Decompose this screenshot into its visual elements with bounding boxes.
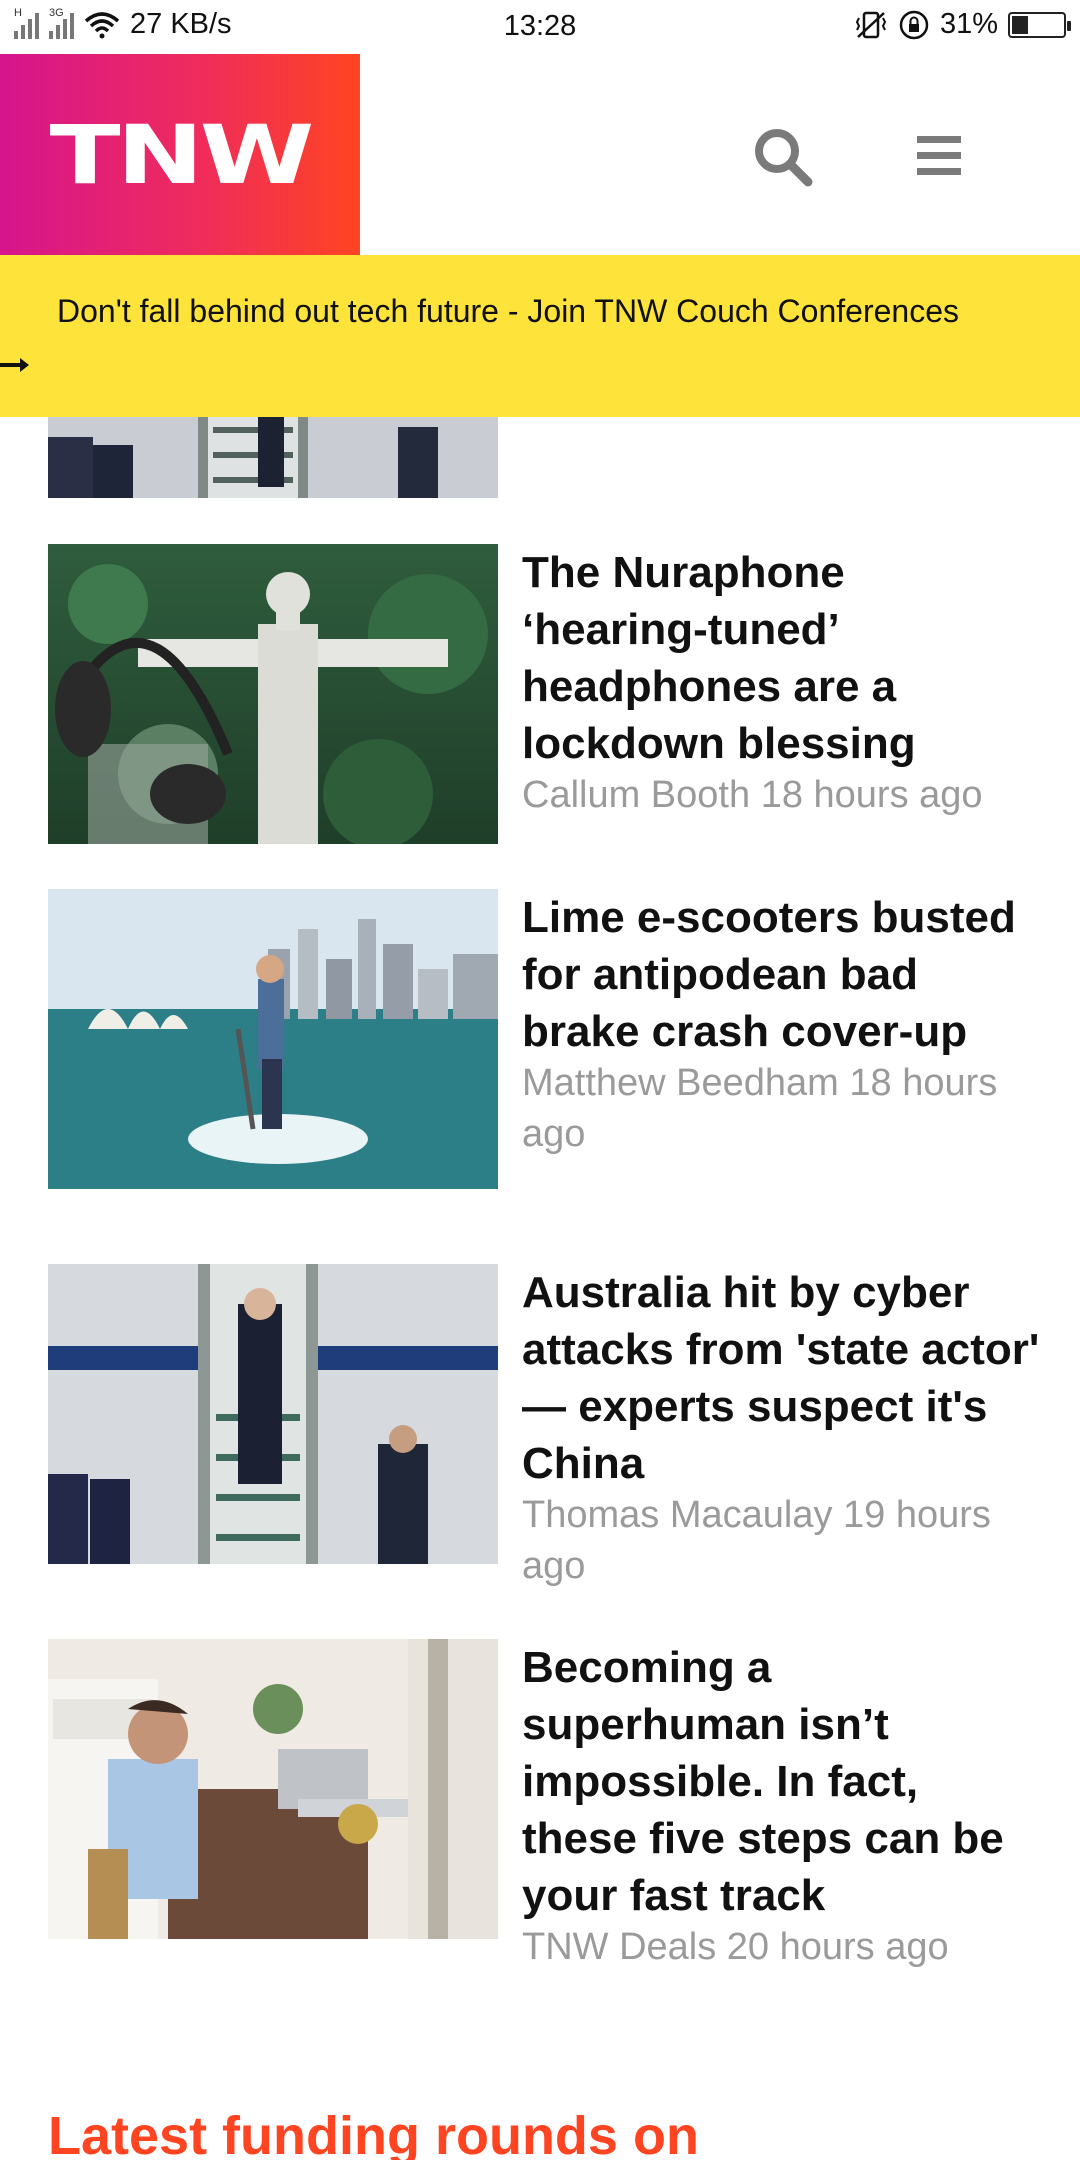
article-author[interactable]: TNW Deals <box>522 1926 716 1968</box>
article-meta: Matthew Beedham 18 hours ago <box>522 1058 1042 1160</box>
article-text: Becoming a superhuman isn’t impossible. … <box>522 1639 1042 1973</box>
promo-banner[interactable]: Don't fall behind out tech future - Join… <box>0 255 1080 417</box>
article-text: Australia hit by cyber attacks from 'sta… <box>522 1264 1042 1592</box>
rotation-lock-icon <box>899 10 929 39</box>
battery-fill <box>1012 15 1028 34</box>
menu-button[interactable] <box>905 126 975 186</box>
article-title[interactable]: Lime e-scooters busted for antipodean ba… <box>522 889 1042 1060</box>
article-card[interactable]: Becoming a superhuman isn’t impossible. … <box>48 1639 1038 1979</box>
logo-text: TNW <box>49 106 315 203</box>
article-author[interactable]: Callum Booth <box>522 774 750 816</box>
article-meta: Callum Booth 18 hours ago <box>522 770 1042 821</box>
article-thumbnail[interactable] <box>48 1264 498 1564</box>
battery-percent: 31% <box>939 8 998 40</box>
site-header: TNW <box>0 54 1080 255</box>
article-title[interactable]: Australia hit by cyber attacks from 'sta… <box>522 1264 1042 1492</box>
article-author[interactable]: Matthew Beedham <box>522 1062 839 1104</box>
article-title[interactable]: The Nuraphone ‘hearing-tuned’ headphones… <box>522 544 1042 772</box>
article-text: Lime e-scooters busted for antipodean ba… <box>522 889 1042 1160</box>
article-text: The Nuraphone ‘hearing-tuned’ headphones… <box>522 544 1042 821</box>
hamburger-menu-icon <box>917 136 961 175</box>
article-thumbnail[interactable] <box>48 1639 498 1939</box>
vibrate-icon <box>855 11 887 38</box>
article-time: 20 hours ago <box>726 1926 949 1968</box>
status-bar: H 3G 27 KB/s 13:28 31% <box>0 0 1080 54</box>
search-button[interactable] <box>748 122 818 192</box>
banner-text: Don't fall behind out tech future - Join… <box>57 293 959 329</box>
article-thumbnail <box>48 417 498 498</box>
article-meta: Thomas Macaulay 19 hours ago <box>522 1490 1042 1592</box>
status-right: 31% <box>854 8 1071 41</box>
article-thumbnail[interactable] <box>48 544 498 844</box>
article-card[interactable]: Lime e-scooters busted for antipodean ba… <box>48 889 1038 1219</box>
article-time: 18 hours ago <box>760 774 983 816</box>
article-title[interactable]: Becoming a superhuman isn’t impossible. … <box>522 1639 1042 1924</box>
article-meta: TNW Deals 20 hours ago <box>522 1922 1042 1973</box>
article-partial[interactable] <box>48 417 1038 498</box>
section-heading: Latest funding rounds on <box>48 2106 699 2160</box>
article-thumbnail[interactable] <box>48 889 498 1189</box>
arrow-right-icon <box>0 358 29 372</box>
tnw-logo[interactable]: TNW <box>0 54 360 255</box>
article-card[interactable]: The Nuraphone ‘hearing-tuned’ headphones… <box>48 544 1038 844</box>
article-card[interactable]: Australia hit by cyber attacks from 'sta… <box>48 1264 1039 1594</box>
search-icon <box>755 129 813 187</box>
article-author[interactable]: Thomas Macaulay <box>522 1494 832 1536</box>
battery-icon <box>1008 11 1071 38</box>
